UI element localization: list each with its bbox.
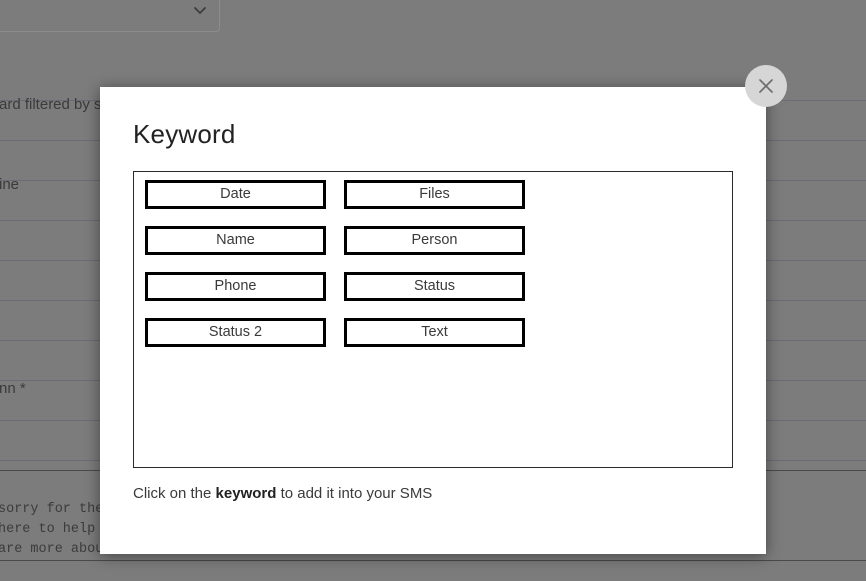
filter-dropdown[interactable]	[0, 0, 220, 32]
footer-emphasis: keyword	[215, 485, 277, 502]
keyword-button-files[interactable]: Files	[344, 180, 525, 209]
chevron-down-icon	[193, 3, 207, 17]
keyword-button-phone[interactable]: Phone	[145, 272, 326, 301]
mono-line-2: here to help	[0, 522, 104, 537]
mono-line-1: sorry for the	[0, 502, 104, 517]
mono-line-3: are more abou	[0, 542, 104, 557]
keyword-grid: Date Files Name Person Phone Status Status 2 Te…	[145, 180, 723, 347]
footer-suffix: to add it into your SMS	[276, 485, 433, 502]
keyword-button-date[interactable]: Date	[145, 180, 326, 209]
footer-prefix: Click on the	[133, 485, 216, 502]
keyword-list-panel: Date Files Name Person Phone Status Status 2 Te…	[133, 171, 733, 468]
background-text-column-required: nn *	[0, 380, 26, 397]
keyword-modal: Keyword Date Files Name Person Phone Status St…	[100, 87, 766, 554]
close-icon	[756, 76, 776, 96]
keyword-button-text[interactable]: Text	[344, 318, 525, 347]
table-section-divider	[0, 560, 866, 561]
background-text-line: ine	[0, 176, 20, 193]
background-text-filtered: ard filtered by st	[0, 96, 106, 113]
page-title: Keyword	[133, 119, 236, 149]
keyword-button-name[interactable]: Name	[145, 226, 326, 255]
close-button[interactable]	[745, 65, 787, 107]
keyword-button-status-2[interactable]: Status 2	[145, 318, 326, 347]
modal-footer-hint: Click on the keyword to add it into your…	[133, 485, 432, 502]
keyword-button-status[interactable]: Status	[344, 272, 525, 301]
keyword-button-person[interactable]: Person	[344, 226, 525, 255]
background-monospace-message: sorry for the here to help are more abou	[0, 500, 103, 560]
